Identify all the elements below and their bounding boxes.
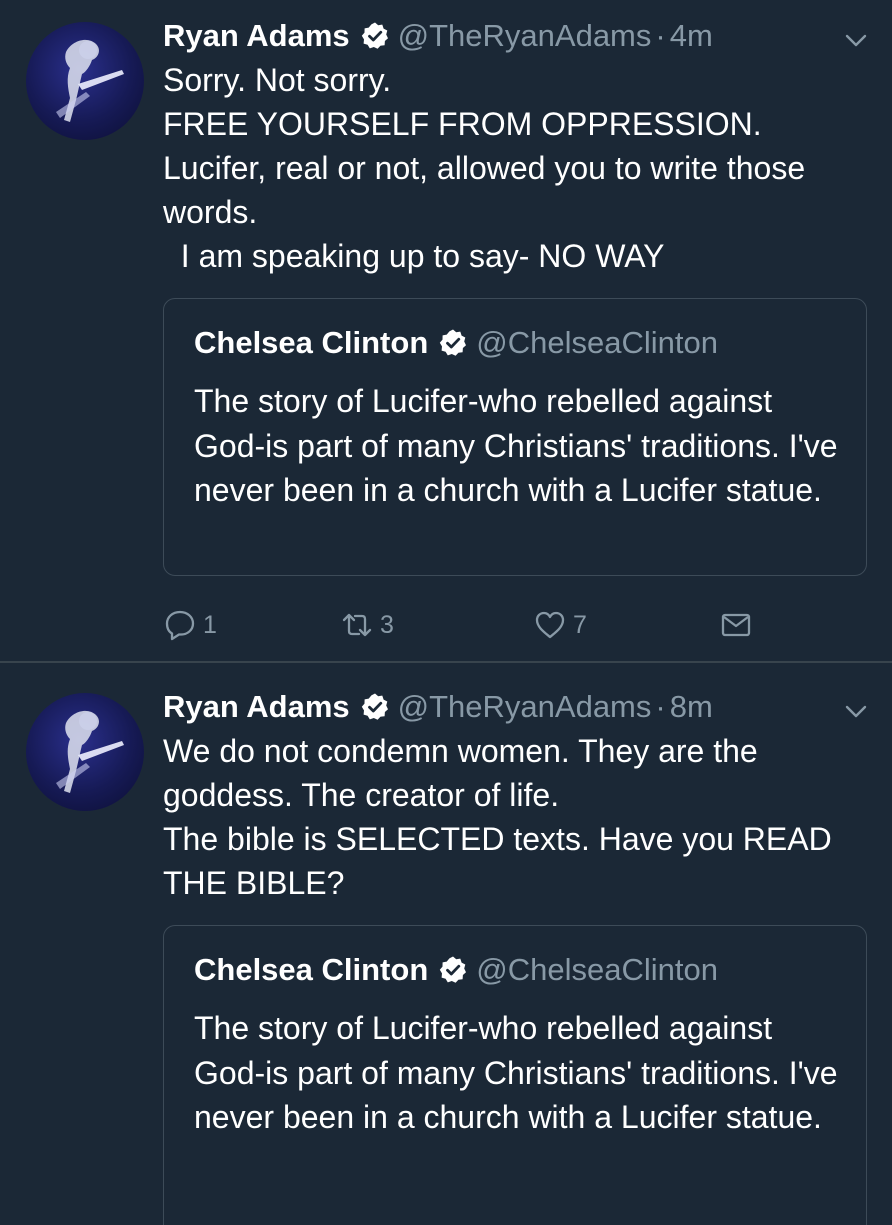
author-name[interactable]: Ryan Adams xyxy=(163,689,350,725)
tweet[interactable]: Ryan Adams @TheRyanAdams · 4m Sorry. Not… xyxy=(0,0,892,663)
avatar[interactable] xyxy=(26,693,144,811)
envelope-icon xyxy=(721,613,751,637)
tweet-header: Ryan Adams @TheRyanAdams · 4m xyxy=(163,14,868,58)
tweet-header: Ryan Adams @TheRyanAdams · 8m xyxy=(163,685,868,729)
quote-header: Chelsea Clinton @ChelseaClinton xyxy=(194,948,838,992)
reply-count: 1 xyxy=(203,610,217,639)
separator: · xyxy=(655,689,666,724)
author-handle[interactable]: @TheRyanAdams xyxy=(398,689,652,725)
timestamp[interactable]: 8m xyxy=(670,689,713,725)
like-button[interactable]: 7 xyxy=(533,608,587,642)
reply-button[interactable]: 1 xyxy=(163,608,217,642)
separator: · xyxy=(655,18,666,53)
quoted-tweet[interactable]: Chelsea Clinton @ChelseaClinton The stor… xyxy=(163,925,867,1225)
retweet-count: 3 xyxy=(380,610,394,639)
tweet-actions: 1 3 7 xyxy=(163,608,868,648)
verified-badge-icon xyxy=(440,956,467,983)
like-count: 7 xyxy=(573,610,587,639)
quote-author-name: Chelsea Clinton xyxy=(194,952,429,987)
author-handle[interactable]: @TheRyanAdams xyxy=(398,18,652,54)
reply-icon xyxy=(165,610,195,641)
timestamp[interactable]: 4m xyxy=(670,18,713,54)
quoted-tweet[interactable]: Chelsea Clinton @ChelseaClinton The stor… xyxy=(163,298,867,576)
verified-badge-icon xyxy=(361,693,388,720)
avatar[interactable] xyxy=(26,22,144,140)
retweet-button[interactable]: 3 xyxy=(340,608,394,642)
retweet-icon xyxy=(342,613,372,637)
quote-text: The story of Lucifer-who rebelled agains… xyxy=(194,383,847,508)
chevron-down-icon[interactable] xyxy=(842,697,870,725)
quote-author-handle: @ChelseaClinton xyxy=(476,952,718,987)
direct-message-button[interactable] xyxy=(719,608,753,642)
quote-author-handle: @ChelseaClinton xyxy=(476,325,718,360)
tweet-text: We do not condemn women. They are the go… xyxy=(163,733,832,901)
quote-header: Chelsea Clinton @ChelseaClinton xyxy=(194,321,838,365)
avatar-image xyxy=(56,710,124,793)
tweet-text: Sorry. Not sorry. FREE YOURSELF FROM OPP… xyxy=(163,62,806,274)
quote-text: The story of Lucifer-who rebelled agains… xyxy=(194,1010,847,1135)
author-name[interactable]: Ryan Adams xyxy=(163,18,350,54)
verified-badge-icon xyxy=(440,329,467,356)
avatar-image xyxy=(56,39,124,122)
quote-author-name: Chelsea Clinton xyxy=(194,325,429,360)
tweet[interactable]: Ryan Adams @TheRyanAdams · 8m We do not … xyxy=(0,663,892,1225)
chevron-down-icon[interactable] xyxy=(842,26,870,54)
heart-icon xyxy=(535,611,565,639)
verified-badge-icon xyxy=(361,22,388,49)
